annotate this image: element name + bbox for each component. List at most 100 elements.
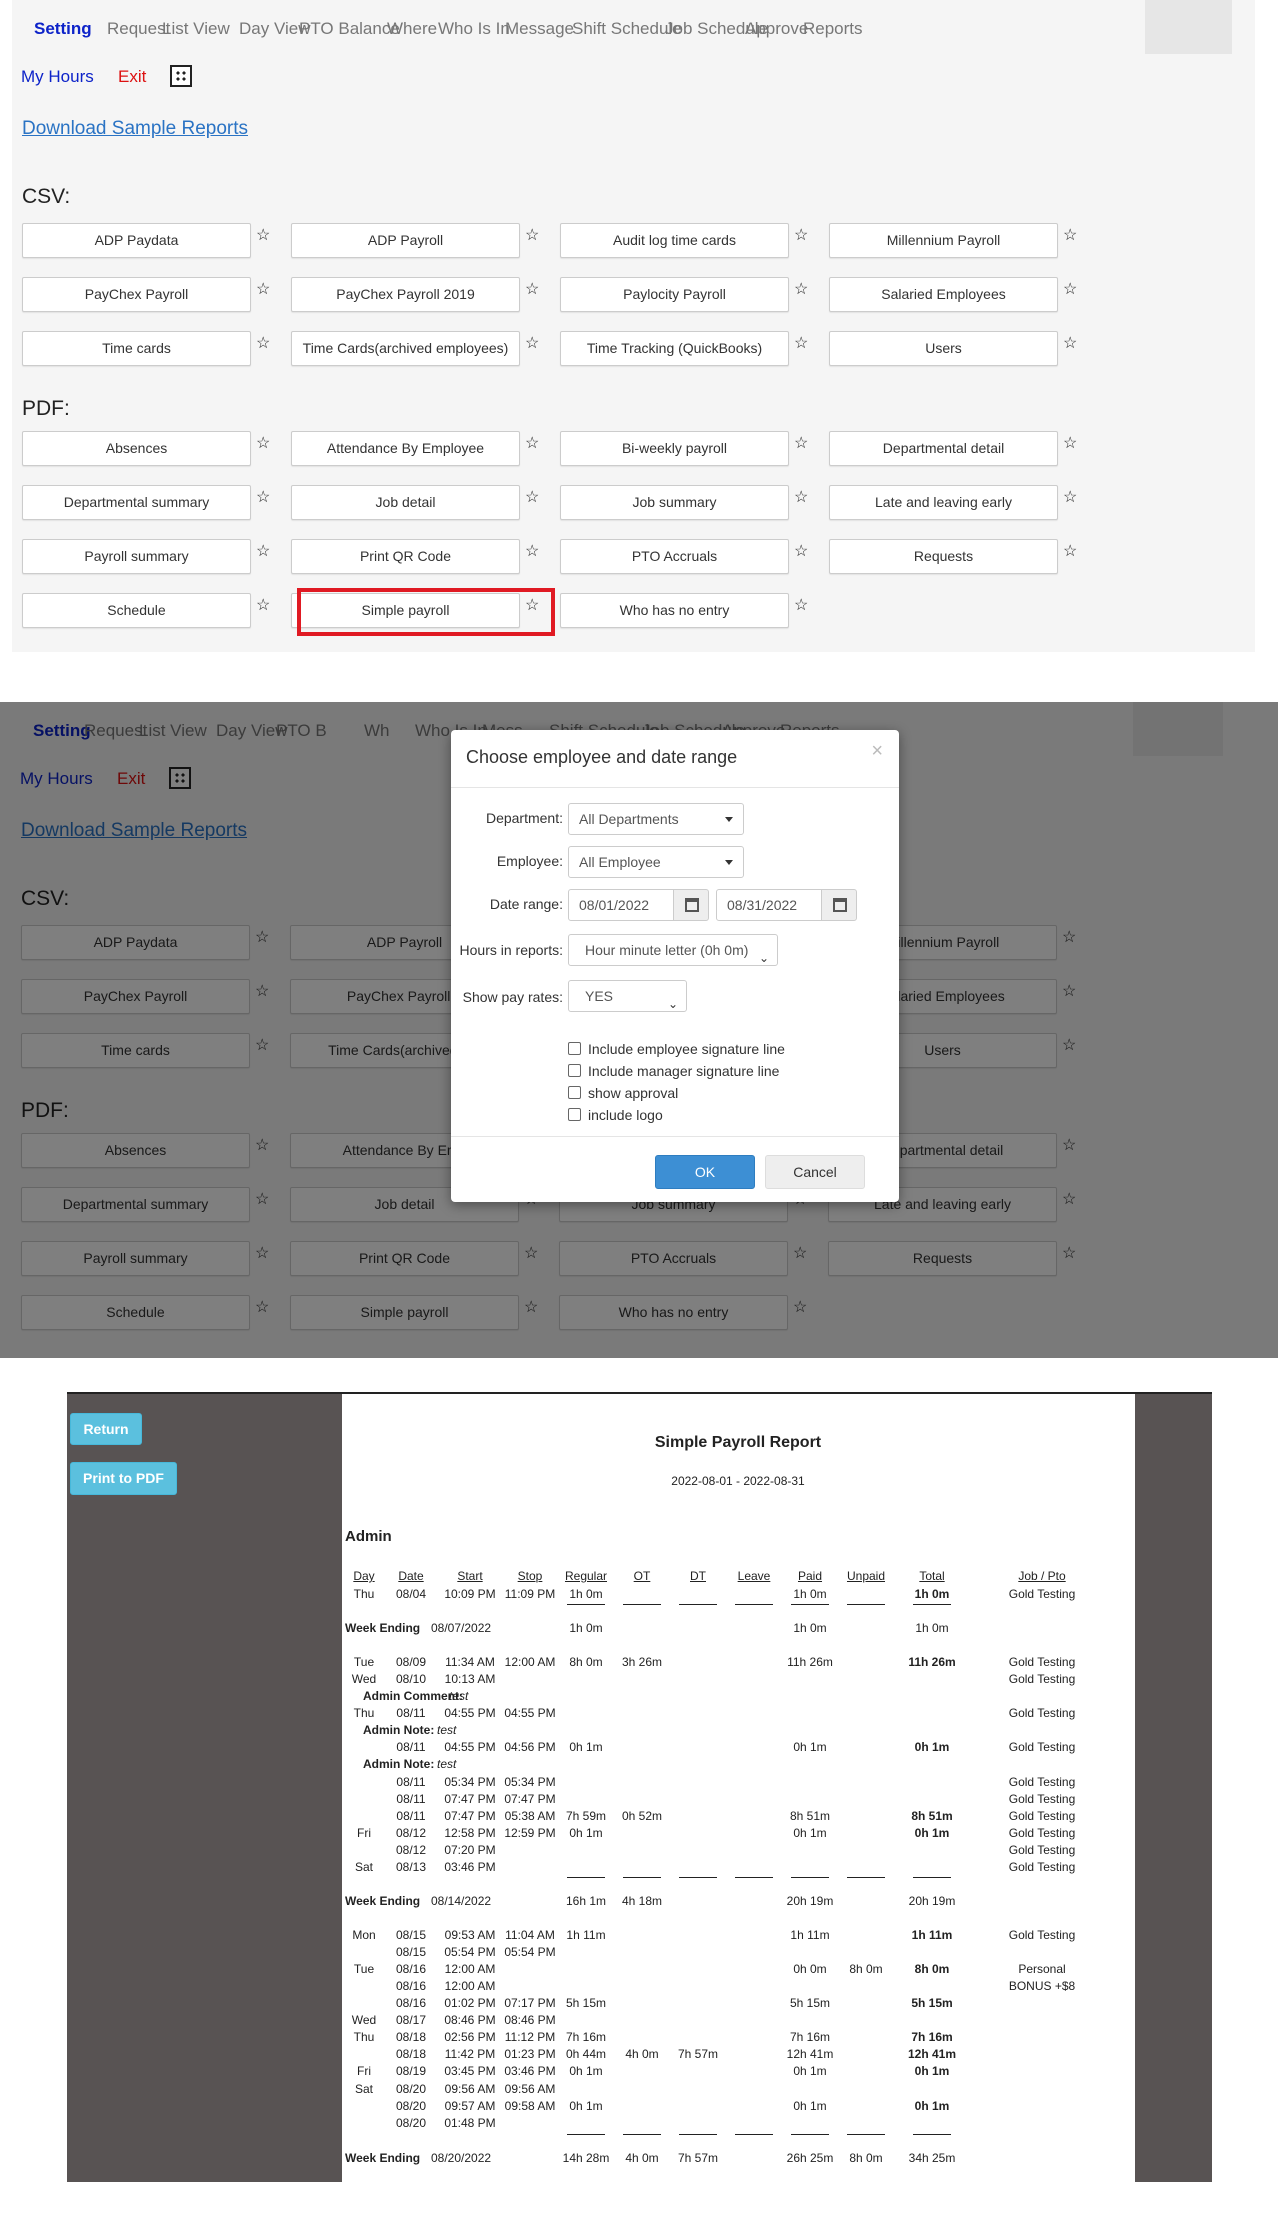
pdf-report-pto-accruals[interactable]: PTO Accruals <box>560 539 789 574</box>
nav-who-is-in[interactable]: Who Is In <box>438 0 510 54</box>
favorite-star-icon[interactable]: ☆ <box>794 336 808 352</box>
employee-select[interactable]: All Employee <box>568 846 744 878</box>
pdf-report-requests[interactable]: Requests <box>829 539 1058 574</box>
favorite-star-icon[interactable]: ☆ <box>256 336 270 352</box>
nav-reports[interactable]: Reports <box>803 0 863 54</box>
favorite-star-icon[interactable]: ☆ <box>1063 282 1077 298</box>
print-to-pdf-button[interactable]: Print to PDF <box>70 1462 177 1495</box>
favorite-star-icon[interactable]: ☆ <box>525 336 539 352</box>
date-from-input[interactable]: 08/01/2022 <box>568 889 674 921</box>
checkbox-label-include-employee-signature-line: Include employee signature line <box>588 1041 785 1057</box>
favorite-star-icon[interactable]: ☆ <box>525 436 539 452</box>
cell-regular: 0h 1m <box>569 2099 603 2113</box>
csv-report-time-tracking-quickbooks[interactable]: Time Tracking (QuickBooks) <box>560 331 789 366</box>
download-sample-reports-link[interactable]: Download Sample Reports <box>22 118 248 140</box>
pdf-report-late-and-leaving-early[interactable]: Late and leaving early <box>829 485 1058 520</box>
favorite-star-icon[interactable]: ☆ <box>794 598 808 614</box>
checkbox-include-employee-signature-line[interactable] <box>568 1042 581 1055</box>
favorite-star-icon[interactable]: ☆ <box>256 228 270 244</box>
favorite-star-icon[interactable]: ☆ <box>794 436 808 452</box>
favorite-star-icon[interactable]: ☆ <box>525 228 539 244</box>
pdf-report-job-detail[interactable]: Job detail <box>291 485 520 520</box>
cancel-button[interactable]: Cancel <box>765 1155 865 1189</box>
cell-total: 0h 1m <box>914 1826 950 1840</box>
pdf-report-absences[interactable]: Absences <box>22 431 251 466</box>
pdf-report-departmental-detail[interactable]: Departmental detail <box>829 431 1058 466</box>
favorite-star-icon[interactable]: ☆ <box>256 598 270 614</box>
favorite-star-icon[interactable]: ☆ <box>794 282 808 298</box>
favorite-star-icon[interactable]: ☆ <box>525 490 539 506</box>
csv-report-paychex-payroll[interactable]: PayChex Payroll <box>22 277 251 312</box>
pdf-report-who-has-no-entry[interactable]: Who has no entry <box>560 593 789 628</box>
column-rule <box>791 1604 829 1605</box>
csv-report-paychex-payroll-2019[interactable]: PayChex Payroll 2019 <box>291 277 520 312</box>
exit-link[interactable]: Exit <box>118 67 146 87</box>
cell-start: 12:58 PM <box>444 1826 496 1840</box>
cell-stop: 01:23 PM <box>504 2047 556 2061</box>
cell-job: Gold Testing <box>1008 1587 1076 1601</box>
favorite-star-icon[interactable]: ☆ <box>794 544 808 560</box>
cell-start: 03:45 PM <box>444 2064 496 2078</box>
checkbox-show-approval[interactable] <box>568 1086 581 1099</box>
favorite-star-icon[interactable]: ☆ <box>256 436 270 452</box>
favorite-star-icon[interactable]: ☆ <box>256 282 270 298</box>
checkbox-include-manager-signature-line[interactable] <box>568 1064 581 1077</box>
favorite-star-icon[interactable]: ☆ <box>256 490 270 506</box>
cell-start: 01:48 PM <box>444 2116 496 2130</box>
pdf-report-payroll-summary[interactable]: Payroll summary <box>22 539 251 574</box>
nav-approve[interactable]: Approve <box>745 0 808 54</box>
return-button[interactable]: Return <box>70 1413 142 1445</box>
csv-report-audit-log-time-cards[interactable]: Audit log time cards <box>560 223 789 258</box>
pdf-report-schedule[interactable]: Schedule <box>22 593 251 628</box>
pdf-report-attendance-by-employee[interactable]: Attendance By Employee <box>291 431 520 466</box>
csv-section-label: CSV: <box>22 185 71 208</box>
csv-report-time-cards[interactable]: Time cards <box>22 331 251 366</box>
favorite-star-icon[interactable]: ☆ <box>1063 228 1077 244</box>
csv-report-paylocity-payroll[interactable]: Paylocity Payroll <box>560 277 789 312</box>
cell-date: 08/19 <box>395 2064 427 2078</box>
csv-report-salaried-employees[interactable]: Salaried Employees <box>829 277 1058 312</box>
pay-rates-select[interactable]: YES ⌄ <box>568 980 687 1012</box>
pdf-report-job-summary[interactable]: Job summary <box>560 485 789 520</box>
nav-message[interactable]: Message <box>505 0 574 54</box>
ok-button[interactable]: OK <box>655 1155 755 1189</box>
csv-report-time-cards-archived-employees[interactable]: Time Cards(archived employees) <box>291 331 520 366</box>
nav-list-view[interactable]: List View <box>162 0 230 54</box>
cell-day: Wed <box>351 1672 377 1686</box>
csv-report-millennium-payroll[interactable]: Millennium Payroll <box>829 223 1058 258</box>
hours-format-select[interactable]: Hour minute letter (0h 0m) ⌄ <box>568 934 778 966</box>
favorite-star-icon[interactable]: ☆ <box>794 228 808 244</box>
pdf-report-bi-weekly-payroll[interactable]: Bi-weekly payroll <box>560 431 789 466</box>
nav-where[interactable]: Where <box>387 0 437 54</box>
date-to-input[interactable]: 08/31/2022 <box>716 889 822 921</box>
cell-unpaid: 8h 0m <box>849 1962 883 1976</box>
checkbox-include-logo[interactable] <box>568 1108 581 1121</box>
nav-request[interactable]: Request <box>107 0 170 54</box>
department-select[interactable]: All Departments <box>568 803 744 835</box>
favorite-star-icon[interactable]: ☆ <box>1063 490 1077 506</box>
pdf-report-print-qr-code[interactable]: Print QR Code <box>291 539 520 574</box>
cell-paid: 11h 26m <box>787 1655 833 1669</box>
show-pay-rates-label: Show pay rates: <box>462 989 563 1005</box>
nav-setting[interactable]: Setting <box>34 0 92 54</box>
csv-report-adp-payroll[interactable]: ADP Payroll <box>291 223 520 258</box>
csv-report-adp-paydata[interactable]: ADP Paydata <box>22 223 251 258</box>
favorite-star-icon[interactable]: ☆ <box>1063 544 1077 560</box>
qr-code-icon[interactable] <box>170 65 192 87</box>
date-from-calendar-button[interactable] <box>673 889 709 921</box>
favorite-star-icon[interactable]: ☆ <box>256 544 270 560</box>
nav-pto-balance[interactable]: PTO Balance <box>299 0 400 54</box>
favorite-star-icon[interactable]: ☆ <box>1063 336 1077 352</box>
my-hours-link[interactable]: My Hours <box>21 67 94 87</box>
cell-start: 08:46 PM <box>444 2013 496 2027</box>
pdf-report-departmental-summary[interactable]: Departmental summary <box>22 485 251 520</box>
column-header-job: Job / Pto <box>1018 1569 1066 1583</box>
favorite-star-icon[interactable]: ☆ <box>794 490 808 506</box>
favorite-star-icon[interactable]: ☆ <box>525 282 539 298</box>
date-to-calendar-button[interactable] <box>821 889 857 921</box>
csv-report-users[interactable]: Users <box>829 331 1058 366</box>
column-rule <box>679 1604 717 1605</box>
close-icon[interactable]: × <box>871 740 883 763</box>
favorite-star-icon[interactable]: ☆ <box>1063 436 1077 452</box>
favorite-star-icon[interactable]: ☆ <box>525 544 539 560</box>
